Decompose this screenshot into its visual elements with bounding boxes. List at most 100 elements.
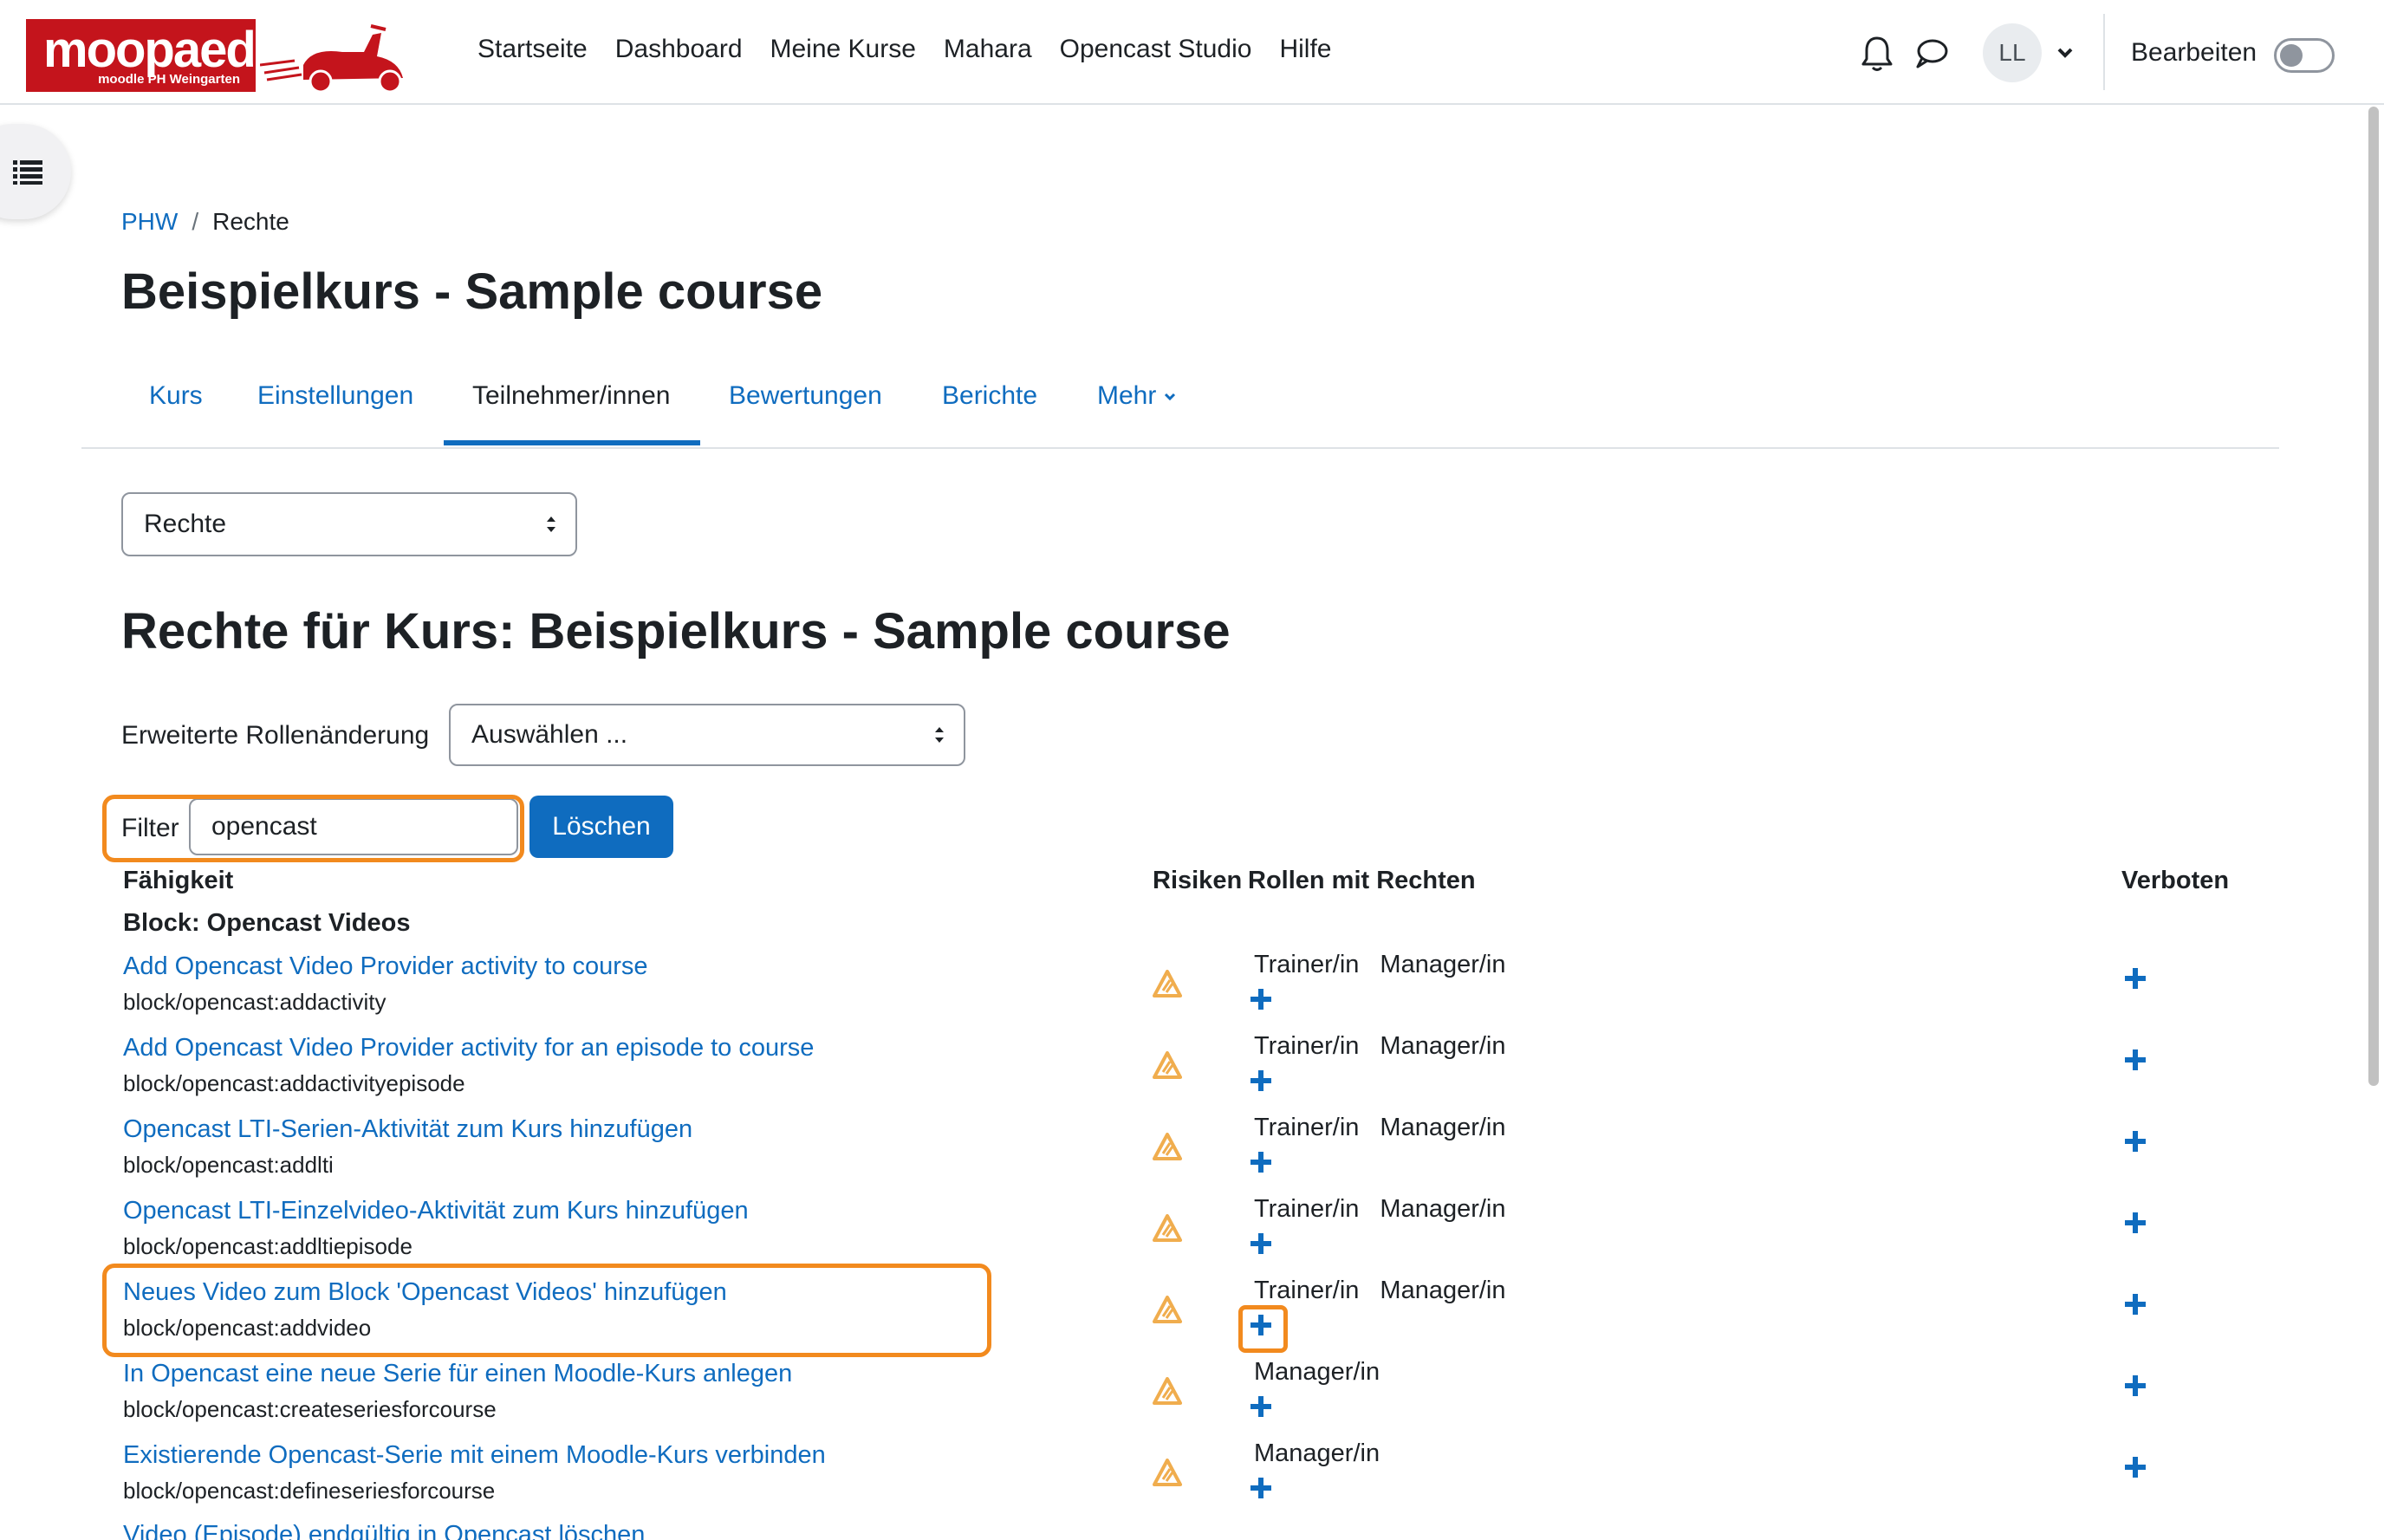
- course-index-toggle-button[interactable]: [0, 124, 71, 219]
- nav-link-dashboard[interactable]: Dashboard: [615, 35, 743, 64]
- role-badge[interactable]: Manager/in: [1380, 1277, 1505, 1305]
- table-row: In Opencast eine neue Serie für einen Mo…: [0, 1358, 2384, 1441]
- table-row: Video (Episode) endgültig in Opencast lö…: [0, 1521, 2384, 1540]
- roles-with-permission: Trainer/in Manager/in: [1254, 1195, 1506, 1224]
- role-badge[interactable]: Manager/in: [1380, 1114, 1505, 1142]
- edit-mode-toggle[interactable]: [2274, 38, 2335, 73]
- roles-with-permission: Manager/in: [1254, 1358, 1380, 1387]
- role-badge[interactable]: Manager/in: [1380, 951, 1505, 979]
- capability-id: block/opencast:addltiepisode: [123, 1233, 412, 1259]
- role-badge[interactable]: Trainer/in: [1254, 1032, 1359, 1061]
- tab-kurs[interactable]: Kurs: [149, 381, 203, 411]
- chevron-down-icon[interactable]: [2056, 43, 2075, 62]
- role-badge[interactable]: Manager/in: [1254, 1358, 1380, 1387]
- role-change-label: Erweiterte Rollenänderung: [121, 721, 430, 750]
- header-risks: Risiken: [1153, 867, 1243, 894]
- logo-text: moopaed: [43, 22, 257, 78]
- bell-icon[interactable]: [1860, 35, 1894, 73]
- row-highlight-annotation: [102, 1264, 991, 1357]
- role-badge[interactable]: Trainer/in: [1254, 1277, 1359, 1305]
- plus-icon[interactable]: [2123, 966, 2147, 991]
- capability-name-link[interactable]: Add Opencast Video Provider activity to …: [123, 952, 648, 981]
- capability-id: block/opencast:createseriesforcourse: [123, 1396, 497, 1422]
- role-badge[interactable]: Manager/in: [1380, 1195, 1505, 1224]
- risk-warning-icon[interactable]: [1153, 1296, 1182, 1323]
- risk-warning-icon[interactable]: [1153, 1133, 1182, 1160]
- header-capability: Fähigkeit: [123, 867, 234, 894]
- page-title: Beispielkurs - Sample course: [121, 263, 823, 320]
- tab-mehr-label: Mehr: [1097, 381, 1157, 410]
- clear-filter-button[interactable]: Löschen: [529, 796, 673, 858]
- role-change-select-value: Auswählen ...: [471, 720, 628, 749]
- table-row: Existierende Opencast-Serie mit einem Mo…: [0, 1439, 2384, 1523]
- role-badge[interactable]: Manager/in: [1254, 1439, 1380, 1468]
- capability-name-link[interactable]: In Opencast eine neue Serie für einen Mo…: [123, 1360, 792, 1388]
- tab-berichte[interactable]: Berichte: [942, 381, 1037, 411]
- tab-teilnehmer[interactable]: Teilnehmer/innen: [472, 381, 670, 411]
- page-type-select[interactable]: Rechte: [121, 492, 577, 556]
- plus-icon[interactable]: [2123, 1211, 2147, 1235]
- tab-mehr[interactable]: Mehr: [1097, 381, 1177, 411]
- plus-icon[interactable]: [1249, 1231, 1273, 1256]
- plus-icon[interactable]: [2123, 1292, 2147, 1316]
- logo-subtext: moodle PH Weingarten: [98, 72, 240, 87]
- plus-icon[interactable]: [1249, 1069, 1273, 1093]
- site-logo[interactable]: moopaed moodle PH Weingarten: [26, 19, 257, 92]
- plus-icon[interactable]: [1249, 1150, 1273, 1174]
- nav-link-hilfe[interactable]: Hilfe: [1279, 35, 1331, 64]
- breadcrumb-separator: /: [192, 208, 199, 235]
- nav-link-meine-kurse[interactable]: Meine Kurse: [770, 35, 916, 64]
- chevron-down-icon: [1165, 393, 1176, 401]
- select-arrows-icon: [935, 727, 944, 743]
- risk-warning-icon[interactable]: [1153, 1459, 1182, 1486]
- toggle-knob: [2280, 44, 2303, 67]
- role-badge[interactable]: Trainer/in: [1254, 1114, 1359, 1142]
- role-badge[interactable]: Manager/in: [1380, 1032, 1505, 1061]
- secondary-navigation: Kurs Einstellungen Teilnehmer/innen Bewe…: [81, 347, 2279, 449]
- capability-name-link[interactable]: Opencast LTI-Serien-Aktivität zum Kurs h…: [123, 1115, 692, 1144]
- nav-link-opencast-studio[interactable]: Opencast Studio: [1060, 35, 1252, 64]
- capability-id: block/opencast:addactivityepisode: [123, 1070, 465, 1096]
- list-icon: [13, 160, 42, 185]
- plus-icon[interactable]: [2123, 1374, 2147, 1398]
- tab-bewertungen[interactable]: Bewertungen: [729, 381, 882, 411]
- breadcrumb: PHW / Rechte: [121, 208, 289, 236]
- capability-name-link[interactable]: Video (Episode) endgültig in Opencast lö…: [123, 1521, 645, 1540]
- breadcrumb-link-phw[interactable]: PHW: [121, 208, 178, 236]
- page-scrollbar[interactable]: [2368, 107, 2379, 1086]
- capability-id: block/opencast:addlti: [123, 1152, 334, 1178]
- plus-icon[interactable]: [1249, 1476, 1273, 1500]
- tab-einstellungen[interactable]: Einstellungen: [257, 381, 413, 411]
- nav-link-mahara[interactable]: Mahara: [944, 35, 1032, 64]
- capability-name-link[interactable]: Opencast LTI-Einzelvideo-Aktivität zum K…: [123, 1197, 749, 1225]
- user-avatar[interactable]: LL: [1983, 23, 2042, 82]
- plus-icon[interactable]: [1249, 987, 1273, 1011]
- role-badge[interactable]: Trainer/in: [1254, 951, 1359, 979]
- plus-icon[interactable]: [2123, 1048, 2147, 1072]
- capability-name-link[interactable]: Add Opencast Video Provider activity for…: [123, 1034, 814, 1062]
- plus-icon[interactable]: [2123, 1455, 2147, 1479]
- capability-id: block/opencast:addactivity: [123, 989, 387, 1015]
- risk-warning-icon[interactable]: [1153, 970, 1182, 997]
- role-badge[interactable]: Trainer/in: [1254, 1195, 1359, 1224]
- capability-name-link[interactable]: Existierende Opencast-Serie mit einem Mo…: [123, 1441, 826, 1470]
- nav-link-startseite[interactable]: Startseite: [477, 35, 588, 64]
- table-row: Add Opencast Video Provider activity for…: [0, 1032, 2384, 1115]
- plus-icon[interactable]: [1249, 1394, 1273, 1419]
- page-type-select-value: Rechte: [144, 510, 227, 538]
- risk-warning-icon[interactable]: [1153, 1051, 1182, 1079]
- role-change-select[interactable]: Auswählen ...: [449, 704, 965, 766]
- chat-icon[interactable]: [1914, 36, 1949, 71]
- active-tab-indicator: [444, 440, 700, 445]
- plus-icon[interactable]: [2123, 1129, 2147, 1153]
- capability-id: block/opencast:defineseriesforcourse: [123, 1478, 496, 1504]
- roles-with-permission: Trainer/in Manager/in: [1254, 1114, 1506, 1142]
- plus-highlight-annotation: [1238, 1305, 1288, 1353]
- header-prohibited: Verboten: [2121, 867, 2230, 894]
- risk-warning-icon[interactable]: [1153, 1214, 1182, 1242]
- roles-with-permission: Trainer/in Manager/in: [1254, 951, 1506, 979]
- roles-with-permission: Trainer/in Manager/in: [1254, 1032, 1506, 1061]
- risk-warning-icon[interactable]: [1153, 1377, 1182, 1405]
- table-row: Opencast LTI-Serien-Aktivität zum Kurs h…: [0, 1114, 2384, 1197]
- roles-with-permission: Trainer/in Manager/in: [1254, 1277, 1506, 1305]
